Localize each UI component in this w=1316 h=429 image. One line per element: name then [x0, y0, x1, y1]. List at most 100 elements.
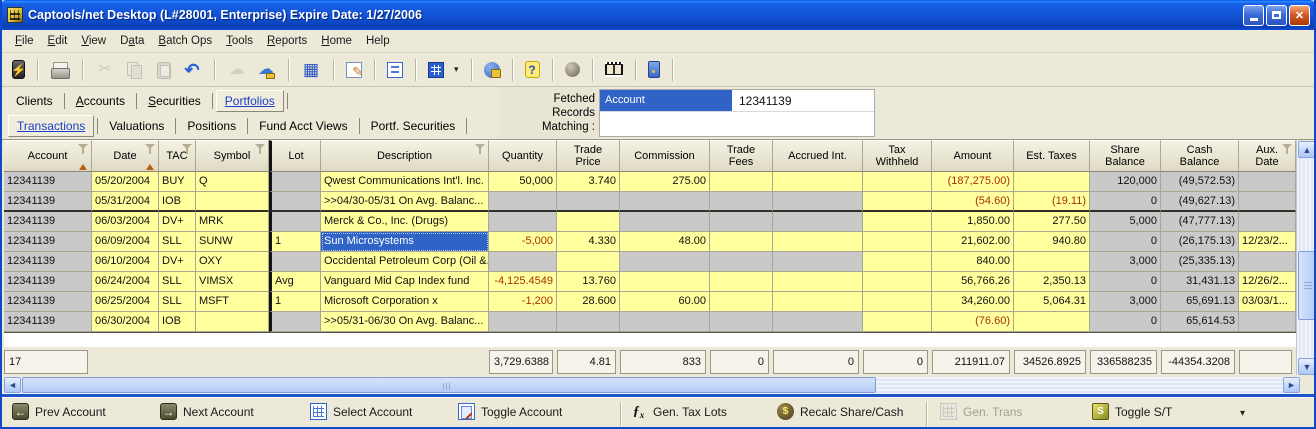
cell-tax_withheld[interactable]	[863, 192, 932, 212]
filter-icon[interactable]	[78, 144, 88, 154]
cell-trade_fees[interactable]	[710, 212, 773, 232]
fetch-field-account[interactable]: Account	[600, 90, 732, 111]
cell-share_balance[interactable]: 3,000	[1090, 292, 1161, 312]
cell-cash_balance[interactable]: 65,691.13	[1161, 292, 1239, 312]
cell-est_taxes[interactable]: (19.11)	[1014, 192, 1090, 212]
cell-symbol[interactable]: MSFT	[196, 292, 269, 312]
cell-quantity[interactable]: -4,125.4549	[489, 272, 557, 292]
horizontal-scrollbar[interactable]: ◄ ►	[4, 377, 1300, 394]
cell-lot[interactable]: 1	[269, 292, 321, 312]
cell-commission[interactable]	[620, 312, 710, 332]
cell-tac[interactable]: BUY	[159, 172, 196, 192]
cell-lot[interactable]	[269, 252, 321, 272]
cell-accrued_int[interactable]	[773, 192, 863, 212]
cell-description[interactable]: Sun Microsystems	[321, 232, 489, 252]
cell-description[interactable]: >>04/30-05/31 On Avg. Balanc...	[321, 192, 489, 212]
grid-view-caret-icon[interactable]: ▾	[454, 64, 459, 75]
scroll-right-icon[interactable]: ►	[1283, 377, 1300, 393]
cell-date[interactable]: 05/20/2004	[92, 172, 159, 192]
cell-commission[interactable]: 275.00	[620, 172, 710, 192]
cell-tac[interactable]: DV+	[159, 212, 196, 232]
cell-account[interactable]: 12341139	[4, 252, 92, 272]
cell-amount[interactable]: 1,850.00	[932, 212, 1014, 232]
cell-account[interactable]: 12341139	[4, 232, 92, 252]
grid-view-icon[interactable]	[428, 61, 444, 78]
cell-tac[interactable]: IOB	[159, 312, 196, 332]
vertical-scrollbar[interactable]: ▲ ▼	[1296, 141, 1314, 375]
tab-clients[interactable]: Clients	[8, 91, 61, 111]
cell-quantity[interactable]	[489, 312, 557, 332]
cell-aux_date[interactable]: 12/23/2...	[1239, 232, 1296, 252]
recalc-share-cash-button[interactable]: Recalc Share/Cash	[777, 403, 903, 420]
cell-lot[interactable]	[269, 192, 321, 212]
cell-commission[interactable]	[620, 192, 710, 212]
cell-trade_fees[interactable]	[710, 272, 773, 292]
select-account-button[interactable]: Select Account	[310, 403, 412, 420]
cell-share_balance[interactable]: 0	[1090, 312, 1161, 332]
column-header-commission[interactable]: Commission	[620, 140, 710, 172]
globe-icon[interactable]	[564, 62, 580, 77]
cell-amount[interactable]: (76.60)	[932, 312, 1014, 332]
exit-icon[interactable]	[647, 61, 660, 78]
filter-icon[interactable]	[1282, 144, 1292, 154]
cell-description[interactable]: >>05/31-06/30 On Avg. Balanc...	[321, 312, 489, 332]
cell-date[interactable]: 06/30/2004	[92, 312, 159, 332]
cell-amount[interactable]: 34,260.00	[932, 292, 1014, 312]
scroll-down-icon[interactable]: ▼	[1298, 358, 1314, 375]
scroll-left-icon[interactable]: ◄	[4, 377, 21, 393]
cell-est_taxes[interactable]	[1014, 252, 1090, 272]
cell-accrued_int[interactable]	[773, 232, 863, 252]
cell-symbol[interactable]: MRK	[196, 212, 269, 232]
cell-quantity[interactable]	[489, 192, 557, 212]
cell-trade_fees[interactable]	[710, 312, 773, 332]
cell-description[interactable]: Vanguard Mid Cap Index fund	[321, 272, 489, 292]
cell-tac[interactable]: SLL	[159, 232, 196, 252]
column-header-description[interactable]: Description	[321, 140, 489, 172]
cell-quantity[interactable]: -1,200	[489, 292, 557, 312]
cell-trade_fees[interactable]	[710, 192, 773, 212]
bottom-toolbar-caret[interactable]: ▾	[1240, 408, 1245, 419]
cell-description[interactable]: Merck & Co., Inc. (Drugs)	[321, 212, 489, 232]
column-header-est_taxes[interactable]: Est. Taxes	[1014, 140, 1090, 172]
cell-est_taxes[interactable]: 277.50	[1014, 212, 1090, 232]
cell-lot[interactable]: 1	[269, 232, 321, 252]
cell-cash_balance[interactable]: (26,175.13)	[1161, 232, 1239, 252]
column-header-symbol[interactable]: Symbol	[196, 140, 269, 172]
menu-help[interactable]: Help	[359, 32, 397, 50]
cell-trade_price[interactable]	[557, 312, 620, 332]
column-header-trade_price[interactable]: Trade Price	[557, 140, 620, 172]
cell-share_balance[interactable]: 3,000	[1090, 252, 1161, 272]
cell-trade_price[interactable]: 28.600	[557, 292, 620, 312]
cell-aux_date[interactable]	[1239, 172, 1296, 192]
cell-trade_fees[interactable]	[710, 172, 773, 192]
tab-accounts[interactable]: Accounts	[68, 91, 133, 111]
cell-share_balance[interactable]: 0	[1090, 192, 1161, 212]
cell-date[interactable]: 05/31/2004	[92, 192, 159, 212]
cell-est_taxes[interactable]: 5,064.31	[1014, 292, 1090, 312]
filter-icon[interactable]	[255, 144, 265, 154]
cell-tac[interactable]: SLL	[159, 292, 196, 312]
calculator-icon[interactable]	[301, 60, 321, 80]
column-header-accrued_int[interactable]: Accrued Int.	[773, 140, 863, 172]
cell-trade_price[interactable]	[557, 212, 620, 232]
cell-symbol[interactable]: VIMSX	[196, 272, 269, 292]
column-header-tax_withheld[interactable]: Tax Withheld	[863, 140, 932, 172]
cell-quantity[interactable]	[489, 212, 557, 232]
cell-tac[interactable]: IOB	[159, 192, 196, 212]
cell-date[interactable]: 06/09/2004	[92, 232, 159, 252]
cell-amount[interactable]: (187,275.00)	[932, 172, 1014, 192]
cell-quantity[interactable]: -5,000	[489, 232, 557, 252]
cell-accrued_int[interactable]	[773, 252, 863, 272]
column-header-date[interactable]: Date	[92, 140, 159, 172]
fetch-value-input[interactable]: 12341139	[732, 90, 874, 111]
cell-share_balance[interactable]: 0	[1090, 232, 1161, 252]
column-header-trade_fees[interactable]: Trade Fees	[710, 140, 773, 172]
cloud-sync-icon[interactable]	[256, 60, 276, 80]
cell-trade_price[interactable]: 13.760	[557, 272, 620, 292]
column-header-share_balance[interactable]: Share Balance	[1090, 140, 1161, 172]
cell-trade_price[interactable]	[557, 192, 620, 212]
cell-trade_fees[interactable]	[710, 232, 773, 252]
subtab-portf-securities[interactable]: Portf. Securities	[363, 116, 464, 136]
cell-symbol[interactable]: OXY	[196, 252, 269, 272]
edit-icon[interactable]	[346, 61, 363, 78]
